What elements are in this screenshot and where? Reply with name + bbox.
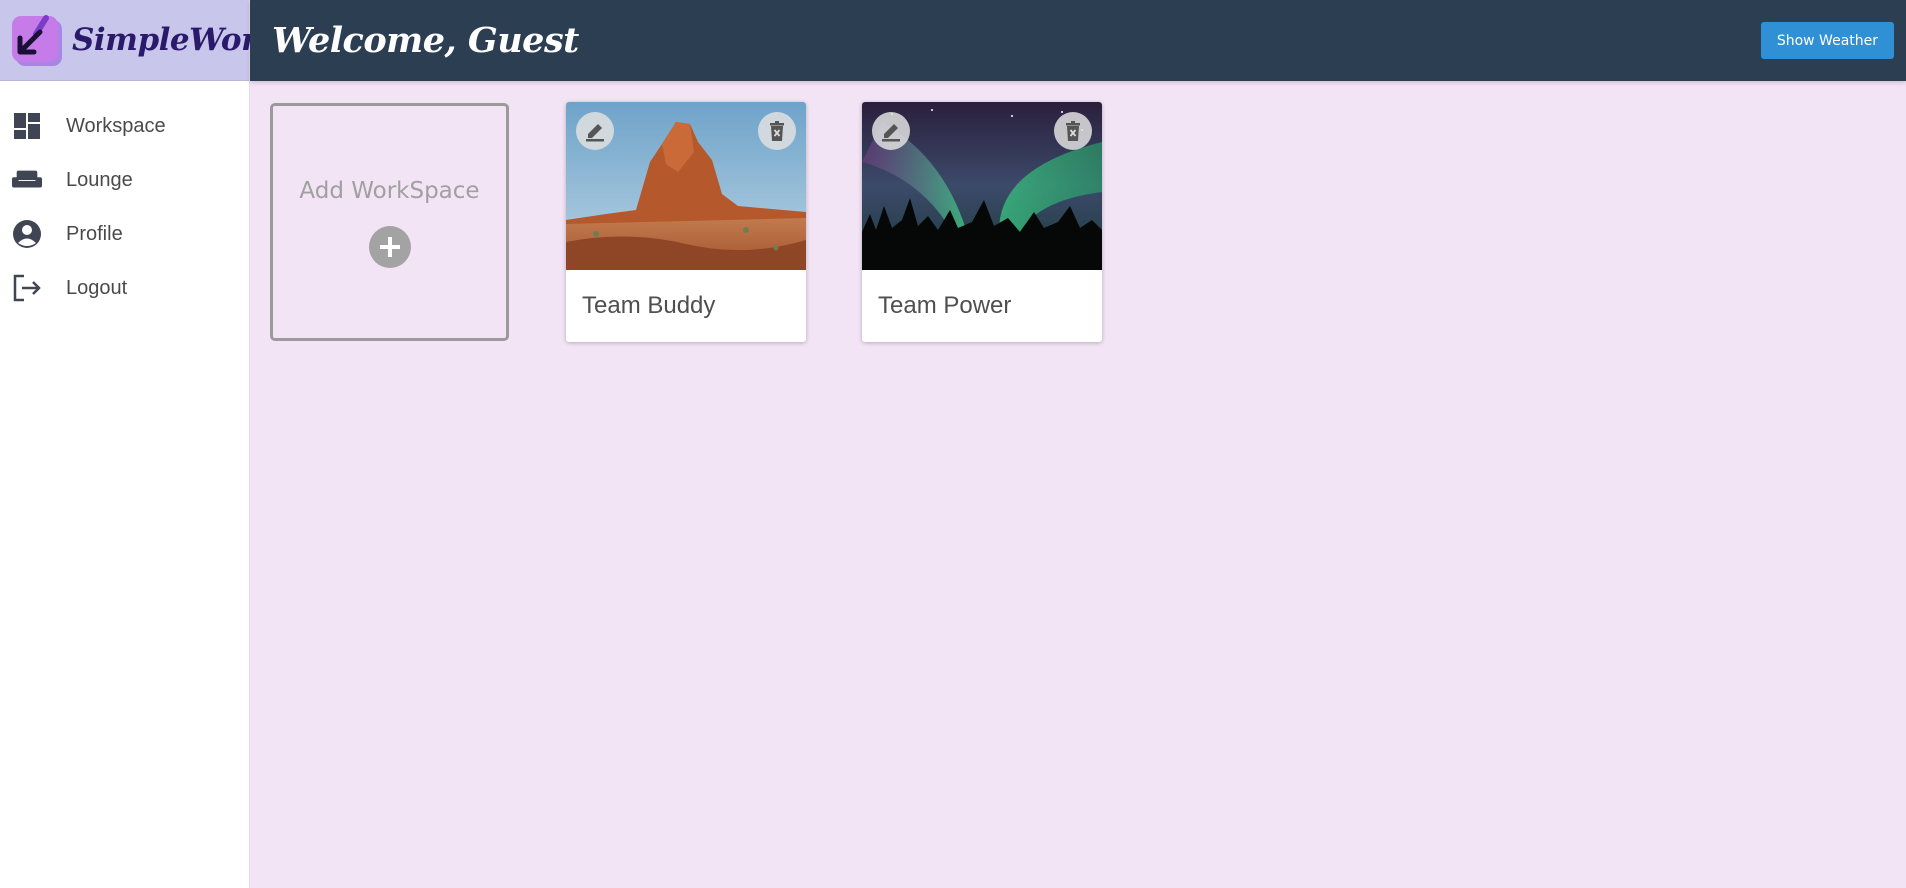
sidebar-item-label: Logout xyxy=(66,276,128,299)
sidebar-item-workspace[interactable]: Workspace xyxy=(0,99,249,153)
pencil-icon xyxy=(586,124,604,142)
logout-icon xyxy=(12,273,42,303)
trash-icon xyxy=(1066,121,1080,141)
pencil-icon xyxy=(882,124,900,142)
top-header: Welcome, Guest Show Weather xyxy=(250,0,1906,81)
workspace-card-team-buddy[interactable]: Team Buddy xyxy=(566,102,806,342)
trash-icon xyxy=(770,121,784,141)
pencil-arrow-logo-icon xyxy=(10,12,64,68)
delete-workspace-button[interactable] xyxy=(758,112,796,150)
page-title: Welcome, Guest xyxy=(272,20,579,61)
sidebar: SimpleWork Workspace Lounge Profile Logo… xyxy=(0,0,278,888)
edit-workspace-button[interactable] xyxy=(872,112,910,150)
sofa-icon xyxy=(12,165,42,195)
add-workspace-label: Add WorkSpace xyxy=(299,178,480,204)
delete-workspace-button[interactable] xyxy=(1054,112,1092,150)
workspace-title: Team Power xyxy=(878,292,1012,319)
account-circle-icon xyxy=(12,219,42,249)
add-workspace-card[interactable]: Add WorkSpace xyxy=(270,103,509,341)
edit-workspace-button[interactable] xyxy=(576,112,614,150)
sidebar-item-logout[interactable]: Logout xyxy=(0,261,249,315)
workspace-title: Team Buddy xyxy=(582,292,716,319)
sidebar-nav: Workspace Lounge Profile Logout xyxy=(0,81,249,315)
sidebar-item-label: Lounge xyxy=(66,168,133,191)
sidebar-item-label: Profile xyxy=(66,222,123,245)
app-name: SimpleWork xyxy=(72,22,278,58)
show-weather-button[interactable]: Show Weather xyxy=(1760,22,1894,59)
sidebar-item-lounge[interactable]: Lounge xyxy=(0,153,249,207)
plus-circle-icon[interactable] xyxy=(368,226,411,268)
workspace-image-desert xyxy=(566,102,806,270)
brand[interactable]: SimpleWork xyxy=(0,0,278,81)
dashboard-icon xyxy=(12,111,42,141)
sidebar-item-profile[interactable]: Profile xyxy=(0,207,249,261)
sidebar-item-label: Workspace xyxy=(66,114,166,137)
workspace-image-aurora xyxy=(862,102,1102,270)
workspace-card-team-power[interactable]: Team Power xyxy=(862,102,1102,342)
